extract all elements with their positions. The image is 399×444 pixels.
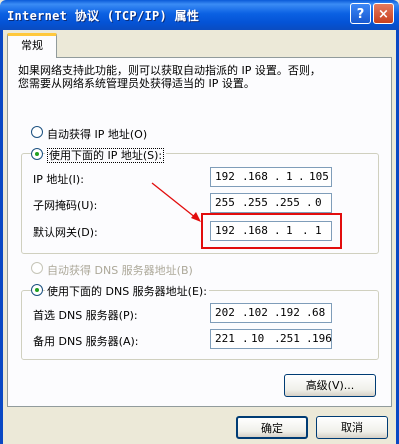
dns2-octet-4: 196 [312,332,332,345]
tab-general[interactable]: 常规 [7,33,57,58]
alternate-dns-label: 备用 DNS 服务器(A): [33,335,139,348]
preferred-dns-label: 首选 DNS 服务器(P): [33,309,138,322]
radio-selected-dot [35,288,39,292]
dns-group [21,290,379,360]
radio-manual-dns[interactable] [31,284,43,296]
preferred-dns-input[interactable]: 202. 102. 192. 68 [210,303,332,323]
dns1-octet-3: 192 [280,306,300,319]
dns1-octet-2: 102 [248,306,268,319]
radio-auto-dns-label[interactable]: 自动获得 DNS 服务器地址(B) [47,262,193,278]
radio-auto-dns[interactable] [31,262,43,274]
dns1-octet-1: 202 [215,306,235,319]
radio-manual-dns-label[interactable]: 使用下面的 DNS 服务器地址(E): [45,283,209,299]
alternate-dns-input[interactable]: 221. 10. 251. 196 [210,329,332,349]
advanced-button[interactable]: 高级(V)... [284,374,376,397]
dns2-octet-1: 221 [215,332,235,345]
dns1-octet-4: 68 [312,306,326,319]
dns2-octet-2: 10 [251,332,265,345]
cancel-button[interactable]: 取消 [316,416,388,439]
ok-button[interactable]: 确定 [236,416,308,439]
dns2-octet-3: 251 [280,332,300,345]
